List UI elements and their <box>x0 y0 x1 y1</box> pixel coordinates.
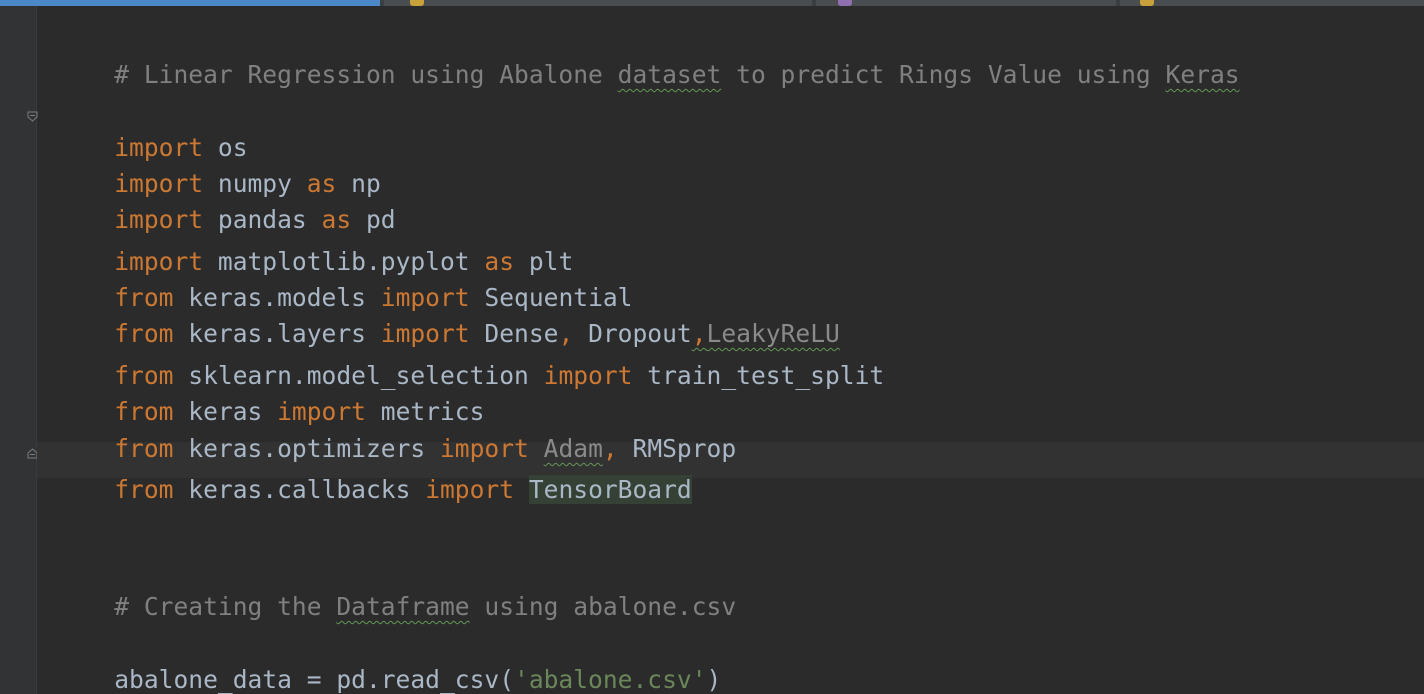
closing-paren: ) <box>706 665 722 694</box>
editor-gutter[interactable] <box>0 6 36 694</box>
keyword-import: import <box>425 475 515 504</box>
code-line-17[interactable]: abalone_data = pd.read_csv('abalone.csv'… <box>55 635 721 694</box>
code-line-5[interactable]: import pandas as pd <box>55 175 395 234</box>
highlighted-reference: TensorBoard <box>528 475 692 504</box>
code-line-9[interactable]: from sklearn.model_selection import trai… <box>55 331 884 390</box>
spelling-typo: Dataframe <box>336 592 470 621</box>
string-literal: 'abalone.csv' <box>514 665 707 694</box>
code-line-3[interactable]: import os <box>55 103 247 162</box>
code-line-4[interactable]: import numpy as np <box>55 139 381 198</box>
notebook-file-icon <box>838 0 852 6</box>
code-line-6[interactable]: import matplotlib.pyplot as plt <box>55 217 573 276</box>
comment-text: # Creating the <box>114 592 337 621</box>
code-line-15[interactable]: # Creating the Dataframe using abalone.c… <box>55 562 736 621</box>
module-name: keras.callbacks <box>173 475 426 504</box>
imported-names: train_test_split <box>632 361 885 390</box>
comment-text: to predict Rings Value using <box>721 60 1166 89</box>
editor-tab[interactable] <box>816 0 1116 6</box>
code-line-7[interactable]: from keras.models import Sequential <box>55 253 632 312</box>
code-editor[interactable]: # Linear Regression using Abalone datase… <box>0 0 1424 694</box>
keyword-import: import <box>543 361 633 390</box>
editor-tab[interactable] <box>1120 0 1424 6</box>
code-line-11[interactable]: from keras.optimizers import Adam, RMSpr… <box>55 404 736 463</box>
python-file-icon <box>1140 0 1154 6</box>
code-line-1[interactable]: # Linear Regression using Abalone datase… <box>55 30 1239 89</box>
comment-text: using abalone.csv <box>469 592 737 621</box>
comment-text: # Linear Regression using Abalone <box>114 60 618 89</box>
assignment-expression: abalone_data = pd.read_csv( <box>114 665 515 694</box>
active-tab-indicator <box>0 0 380 6</box>
editor-tab-strip[interactable] <box>0 0 1424 6</box>
spelling-typo: dataset <box>617 60 722 89</box>
python-file-icon <box>410 0 424 6</box>
code-line-10[interactable]: from keras import metrics <box>55 367 484 426</box>
keyword-from: from <box>114 475 174 504</box>
editor-tab[interactable] <box>384 0 812 6</box>
fold-open-icon[interactable] <box>27 111 38 122</box>
code-line-8[interactable]: from keras.layers import Dense, Dropout,… <box>55 289 840 348</box>
gutter-divider <box>36 6 37 694</box>
code-line-12[interactable]: from keras.callbacks import TensorBoard <box>55 445 692 504</box>
spelling-typo: Keras <box>1165 60 1240 89</box>
